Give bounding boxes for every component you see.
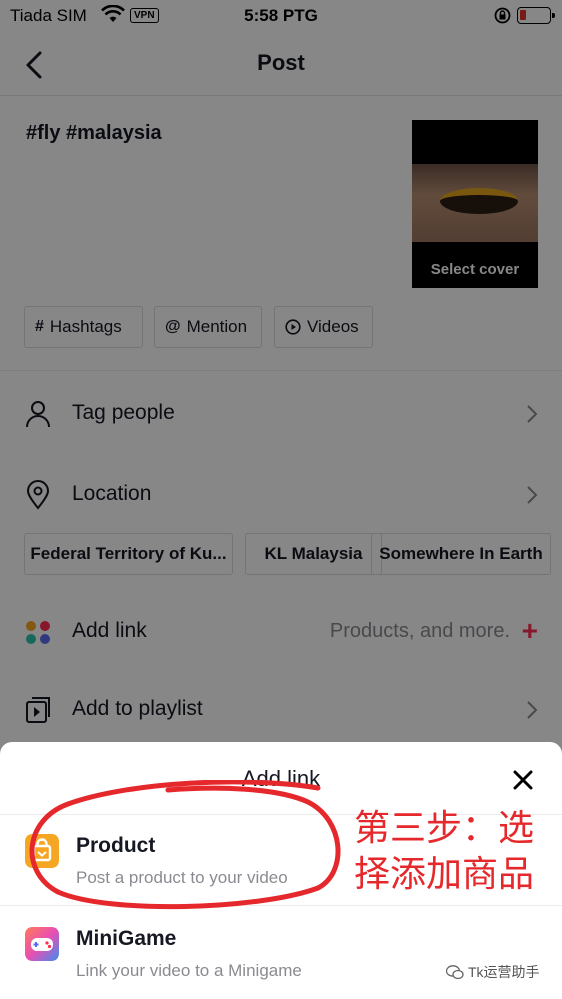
annotation-line-1: 第三步：选 xyxy=(354,808,535,849)
watermark: Tk运营助手 xyxy=(446,962,540,982)
annotation-text: 第三步：选 择添加商品 xyxy=(354,806,560,898)
minigame-option-subtitle: Link your video to a Minigame xyxy=(76,961,302,980)
close-icon[interactable] xyxy=(512,769,534,791)
product-option-title: Product xyxy=(76,834,156,857)
product-bag-icon xyxy=(25,834,59,868)
sheet-title: Add link xyxy=(241,766,321,791)
minigame-option-title: MiniGame xyxy=(76,927,177,950)
wechat-icon xyxy=(446,964,464,979)
watermark-text: Tk运营助手 xyxy=(468,964,540,980)
product-option-subtitle: Post a product to your video xyxy=(76,868,288,887)
annotation-line-2: 择添加商品 xyxy=(354,854,535,895)
divider xyxy=(0,905,562,906)
gamepad-icon xyxy=(25,927,59,961)
